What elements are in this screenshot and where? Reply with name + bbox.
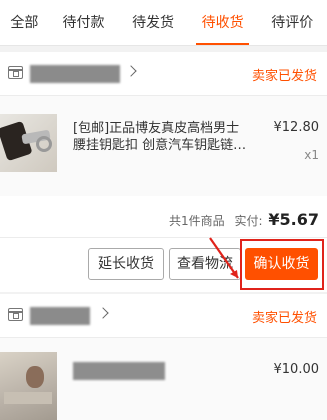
shop-name-redacted — [30, 65, 120, 83]
tab-all[interactable]: 全部 — [0, 0, 49, 45]
order-status: 卖家已发货 — [251, 69, 317, 84]
shop-icon — [7, 66, 23, 79]
product-price: ¥12.80 — [273, 120, 320, 135]
product-item[interactable]: ¥10.00 — [0, 338, 327, 420]
paid-label: 实付: — [234, 214, 263, 228]
shop-row[interactable]: 卖家已发货 — [0, 294, 327, 338]
tab-pending-review[interactable]: 待评价 — [257, 0, 327, 45]
extend-receipt-button[interactable]: 延长收货 — [88, 248, 164, 280]
order-card: 卖家已发货 [包邮]正品博友真皮高档男士 腰挂钥匙扣 创意汽车钥匙链… ¥12.… — [0, 52, 327, 292]
tab-pending-shipment[interactable]: 待发货 — [118, 0, 188, 45]
shop-icon — [7, 308, 23, 321]
summary-count: 共1件商品 — [169, 214, 225, 228]
product-price: ¥10.00 — [273, 362, 320, 377]
order-tabs: 全部 待付款 待发货 待收货 待评价 — [0, 0, 327, 46]
order-summary: 共1件商品 实付: ¥5.67 — [169, 210, 319, 229]
chevron-right-icon — [97, 307, 109, 319]
product-item[interactable]: [包邮]正品博友真皮高档男士 腰挂钥匙扣 创意汽车钥匙链… ¥12.80 x1 — [0, 96, 327, 196]
divider — [0, 237, 327, 238]
confirm-receipt-button[interactable]: 确认收货 — [245, 248, 318, 280]
annotation-arrow-icon — [209, 237, 239, 279]
paid-value: ¥5.67 — [268, 210, 319, 229]
chevron-right-icon — [125, 65, 137, 77]
shop-row[interactable]: 卖家已发货 — [0, 52, 327, 96]
tab-pending-payment[interactable]: 待付款 — [49, 0, 119, 45]
product-quantity: x1 — [304, 148, 319, 162]
product-thumbnail — [0, 114, 57, 172]
product-title: [包邮]正品博友真皮高档男士 腰挂钥匙扣 创意汽车钥匙链… — [73, 121, 247, 153]
order-status: 卖家已发货 — [251, 311, 317, 326]
shop-name-redacted — [30, 307, 90, 325]
order-card: 卖家已发货 ¥10.00 — [0, 294, 327, 420]
product-title-redacted — [73, 362, 165, 380]
product-thumbnail — [0, 352, 57, 420]
tab-pending-receipt[interactable]: 待收货 — [188, 0, 258, 45]
